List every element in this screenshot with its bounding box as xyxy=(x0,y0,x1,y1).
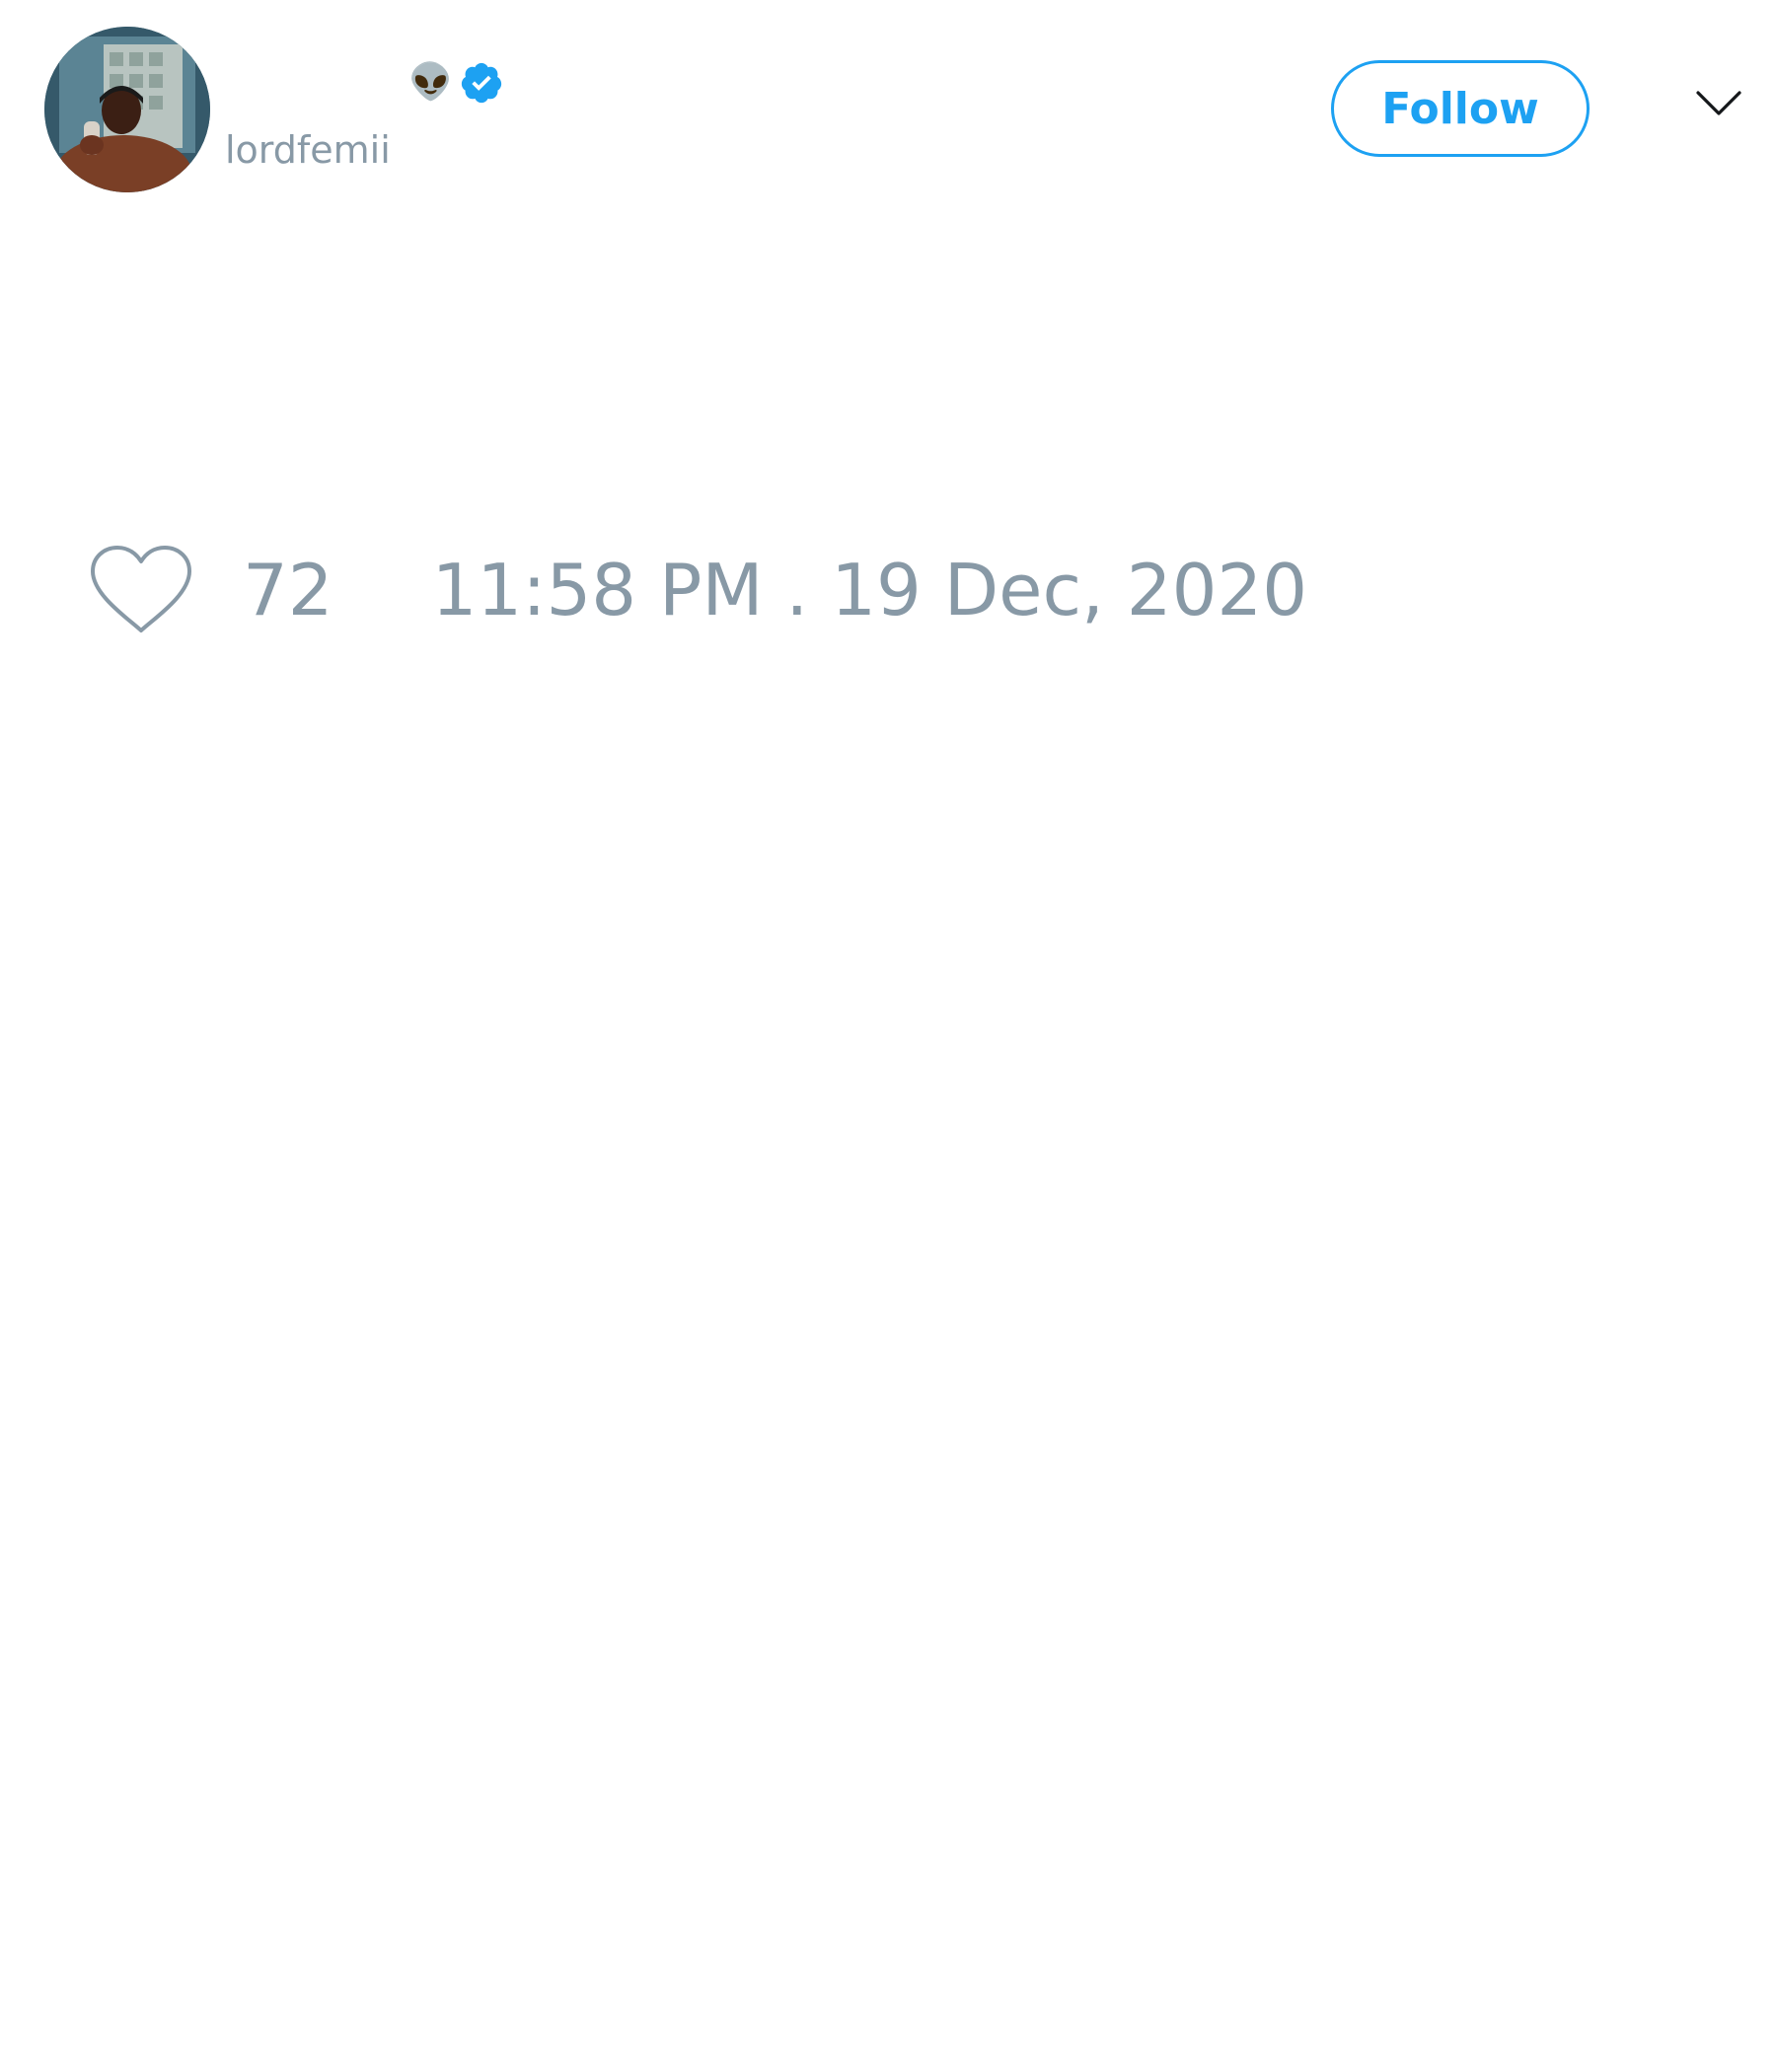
heart-outline-icon[interactable] xyxy=(89,544,193,636)
alien-emoji: 👽 xyxy=(408,62,453,103)
like-count: 72 xyxy=(243,549,333,631)
tweet-stats-row: 72 11:58 PM . 19 Dec, 2020 xyxy=(89,541,1307,639)
avatar-photo xyxy=(44,27,210,192)
verified-badge-icon xyxy=(461,62,501,104)
follow-button[interactable]: Follow xyxy=(1331,60,1590,157)
username[interactable]: lordfemii xyxy=(225,126,391,174)
chevron-down-icon[interactable] xyxy=(1695,89,1742,118)
tweet-timestamp[interactable]: 11:58 PM . 19 Dec, 2020 xyxy=(432,541,1307,639)
avatar[interactable] xyxy=(44,27,210,192)
display-name-row: 👽 xyxy=(408,59,504,107)
